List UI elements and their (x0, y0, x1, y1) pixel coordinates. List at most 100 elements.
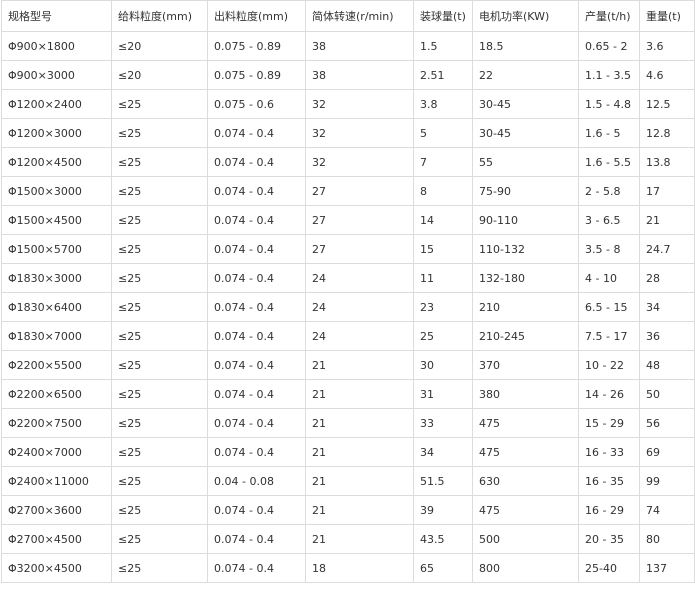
cell-capacity: 1.6 - 5.5 (578, 147, 640, 177)
cell-output-size: 0.074 - 0.4 (207, 350, 306, 380)
table-row: Φ1830×3000 ≤25 0.074 - 0.4 24 11 132-180 4 - 1… (1, 263, 695, 293)
cell-weight: 36 (639, 321, 695, 351)
cell-feed-size: ≤25 (111, 553, 208, 583)
table-row: Φ1500×4500 ≤25 0.074 - 0.4 27 14 90-110 3 - 6.… (1, 205, 695, 235)
table-row: Φ2700×4500 ≤25 0.074 - 0.4 21 43.5 500 20 - 35… (1, 524, 695, 554)
cell-ball-load: 23 (413, 292, 473, 322)
cell-model: Φ2400×11000 (1, 466, 112, 496)
table-row: Φ2700×3600 ≤25 0.074 - 0.4 21 39 475 16 - 29 74 (1, 495, 695, 525)
cell-motor-power: 380 (472, 379, 579, 409)
cell-feed-size: ≤25 (111, 118, 208, 148)
cell-output-size: 0.075 - 0.89 (207, 60, 306, 90)
cell-model: Φ1500×5700 (1, 234, 112, 264)
cell-ball-load: 1.5 (413, 31, 473, 61)
cell-output-size: 0.074 - 0.4 (207, 205, 306, 235)
cell-motor-power: 132-180 (472, 263, 579, 293)
cell-model: Φ1830×6400 (1, 292, 112, 322)
cell-rotation-speed: 27 (305, 234, 414, 264)
cell-rotation-speed: 18 (305, 553, 414, 583)
cell-feed-size: ≤20 (111, 31, 208, 61)
cell-weight: 13.8 (639, 147, 695, 177)
cell-capacity: 16 - 35 (578, 466, 640, 496)
cell-ball-load: 25 (413, 321, 473, 351)
table-row: Φ2200×5500 ≤25 0.074 - 0.4 21 30 370 10 - 22 48 (1, 350, 695, 380)
cell-feed-size: ≤25 (111, 205, 208, 235)
cell-capacity: 6.5 - 15 (578, 292, 640, 322)
cell-feed-size: ≤25 (111, 147, 208, 177)
cell-weight: 50 (639, 379, 695, 409)
cell-output-size: 0.074 - 0.4 (207, 234, 306, 264)
header-capacity: 产量(t/h) (578, 0, 640, 32)
cell-feed-size: ≤25 (111, 524, 208, 554)
cell-rotation-speed: 21 (305, 437, 414, 467)
cell-feed-size: ≤25 (111, 379, 208, 409)
cell-model: Φ2200×6500 (1, 379, 112, 409)
cell-rotation-speed: 32 (305, 147, 414, 177)
cell-model: Φ2200×5500 (1, 350, 112, 380)
table-row: Φ2400×7000 ≤25 0.074 - 0.4 21 34 475 16 - 33 69 (1, 437, 695, 467)
cell-ball-load: 3.8 (413, 89, 473, 119)
cell-weight: 24.7 (639, 234, 695, 264)
cell-rotation-speed: 32 (305, 89, 414, 119)
table-body: Φ900×1800 ≤20 0.075 - 0.89 38 1.5 18.5 0.65 - … (1, 31, 695, 583)
cell-ball-load: 30 (413, 350, 473, 380)
cell-feed-size: ≤25 (111, 437, 208, 467)
cell-rotation-speed: 21 (305, 466, 414, 496)
cell-motor-power: 630 (472, 466, 579, 496)
cell-weight: 21 (639, 205, 695, 235)
header-weight: 重量(t) (639, 0, 695, 32)
table-row: Φ3200×4500 ≤25 0.074 - 0.4 18 65 800 25-40 137 (1, 553, 695, 583)
cell-ball-load: 8 (413, 176, 473, 206)
cell-weight: 80 (639, 524, 695, 554)
cell-output-size: 0.075 - 0.89 (207, 31, 306, 61)
cell-output-size: 0.074 - 0.4 (207, 263, 306, 293)
cell-weight: 48 (639, 350, 695, 380)
cell-output-size: 0.074 - 0.4 (207, 147, 306, 177)
table-row: Φ900×3000 ≤20 0.075 - 0.89 38 2.51 22 1.1 - 3.… (1, 60, 695, 90)
header-feed-size: 给料粒度(mm) (111, 0, 208, 32)
cell-model: Φ1200×2400 (1, 89, 112, 119)
cell-rotation-speed: 38 (305, 60, 414, 90)
table-row: Φ2400×11000 ≤25 0.04 - 0.08 21 51.5 630 16 - 3… (1, 466, 695, 496)
cell-ball-load: 7 (413, 147, 473, 177)
cell-ball-load: 5 (413, 118, 473, 148)
header-model: 规格型号 (1, 0, 112, 32)
cell-capacity: 16 - 29 (578, 495, 640, 525)
cell-ball-load: 34 (413, 437, 473, 467)
cell-ball-load: 11 (413, 263, 473, 293)
cell-capacity: 1.1 - 3.5 (578, 60, 640, 90)
cell-motor-power: 22 (472, 60, 579, 90)
cell-output-size: 0.074 - 0.4 (207, 408, 306, 438)
cell-weight: 69 (639, 437, 695, 467)
cell-output-size: 0.074 - 0.4 (207, 176, 306, 206)
cell-output-size: 0.074 - 0.4 (207, 524, 306, 554)
table-row: Φ1200×4500 ≤25 0.074 - 0.4 32 7 55 1.6 - 5.5 13… (1, 147, 695, 177)
cell-motor-power: 370 (472, 350, 579, 380)
table-row: Φ1200×3000 ≤25 0.074 - 0.4 32 5 30-45 1.6 - 51… (1, 118, 695, 148)
cell-feed-size: ≤25 (111, 466, 208, 496)
cell-feed-size: ≤25 (111, 263, 208, 293)
header-ball-load: 装球量(t) (413, 0, 473, 32)
cell-output-size: 0.074 - 0.4 (207, 292, 306, 322)
cell-output-size: 0.074 - 0.4 (207, 379, 306, 409)
cell-output-size: 0.075 - 0.6 (207, 89, 306, 119)
cell-model: Φ2700×3600 (1, 495, 112, 525)
cell-ball-load: 33 (413, 408, 473, 438)
cell-capacity: 20 - 35 (578, 524, 640, 554)
cell-model: Φ1500×4500 (1, 205, 112, 235)
table-row: Φ1830×7000 ≤25 0.074 - 0.4 24 25 210-245 7.5 -… (1, 321, 695, 351)
cell-rotation-speed: 27 (305, 176, 414, 206)
table-header-row: 规格型号 给料粒度(mm) 出料粒度(mm) 简体转速(r/min) 装球量(t… (1, 0, 695, 32)
cell-weight: 3.6 (639, 31, 695, 61)
cell-capacity: 7.5 - 17 (578, 321, 640, 351)
cell-weight: 56 (639, 408, 695, 438)
cell-motor-power: 475 (472, 408, 579, 438)
cell-weight: 12.5 (639, 89, 695, 119)
cell-ball-load: 43.5 (413, 524, 473, 554)
cell-ball-load: 31 (413, 379, 473, 409)
cell-model: Φ1500×3000 (1, 176, 112, 206)
cell-capacity: 4 - 10 (578, 263, 640, 293)
cell-weight: 34 (639, 292, 695, 322)
cell-model: Φ1200×4500 (1, 147, 112, 177)
cell-weight: 4.6 (639, 60, 695, 90)
